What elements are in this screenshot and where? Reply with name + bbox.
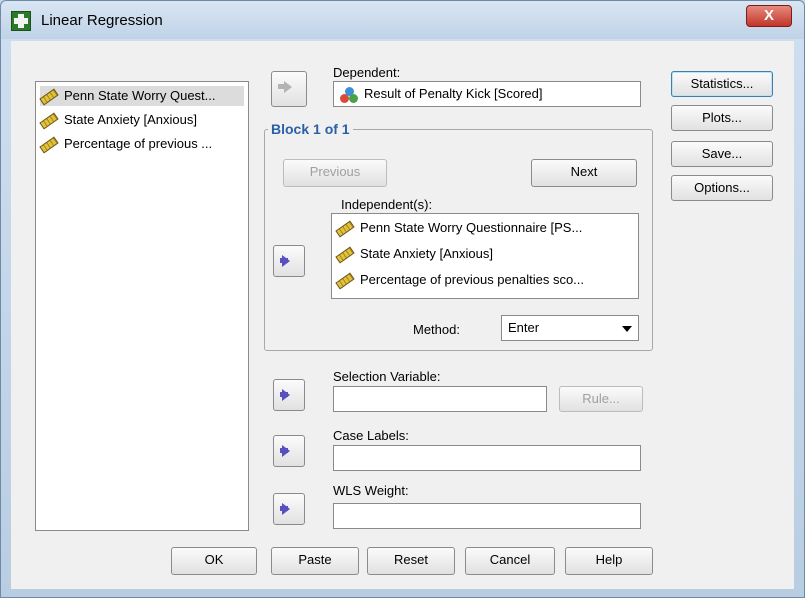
dependent-field[interactable]: Result of Penalty Kick [Scored] [333, 81, 641, 107]
selection-variable-field[interactable] [333, 386, 547, 412]
move-to-independents-button[interactable] [273, 245, 305, 277]
linear-regression-dialog: Linear Regression X Penn State Worry Que… [0, 0, 805, 598]
close-button[interactable]: X [746, 5, 792, 27]
scale-ruler-icon [39, 112, 59, 130]
title-bar: Linear Regression X [1, 1, 804, 39]
method-value: Enter [508, 320, 540, 335]
reset-button[interactable]: Reset [367, 547, 455, 575]
close-icon: X [763, 7, 774, 24]
rule-button[interactable]: Rule... [559, 386, 643, 412]
case-labels-label: Case Labels: [333, 428, 409, 443]
independent-label: State Anxiety [Anxious] [360, 246, 493, 261]
cancel-button[interactable]: Cancel [465, 547, 555, 575]
independent-label: Percentage of previous penalties sco... [360, 272, 585, 287]
options-button[interactable]: Options... [671, 175, 773, 201]
nominal-icon [340, 86, 358, 103]
help-button[interactable]: Help [565, 547, 653, 575]
scale-ruler-icon [335, 220, 355, 238]
case-labels-field[interactable] [333, 445, 641, 471]
move-to-wls-weight-button[interactable] [273, 493, 305, 525]
variable-source-list[interactable]: Penn State Worry Quest... State Anxiety … [35, 81, 249, 531]
variable-list-item[interactable]: State Anxiety [Anxious] [39, 110, 197, 130]
independent-item[interactable]: Percentage of previous penalties sco... [335, 270, 585, 290]
chevron-down-icon [622, 326, 632, 332]
method-select[interactable]: Enter [501, 315, 639, 341]
dependent-value: Result of Penalty Kick [Scored] [364, 86, 543, 101]
ok-button[interactable]: OK [171, 547, 257, 575]
wls-weight-label: WLS Weight: [333, 483, 409, 498]
scale-ruler-icon [335, 272, 355, 290]
wls-weight-field[interactable] [333, 503, 641, 529]
dialog-body: Penn State Worry Quest... State Anxiety … [11, 41, 794, 589]
independent-item[interactable]: Penn State Worry Questionnaire [PS... [335, 218, 583, 238]
scale-ruler-icon [335, 246, 355, 264]
selection-variable-label: Selection Variable: [333, 369, 441, 384]
previous-button[interactable]: Previous [283, 159, 387, 187]
save-button[interactable]: Save... [671, 141, 773, 167]
scale-ruler-icon [39, 88, 59, 106]
paste-button[interactable]: Paste [271, 547, 359, 575]
statistics-button[interactable]: Statistics... [671, 71, 773, 97]
independents-label: Independent(s): [341, 197, 433, 212]
window-title: Linear Regression [41, 12, 163, 29]
independent-label: Penn State Worry Questionnaire [PS... [360, 220, 583, 235]
variable-label: State Anxiety [Anxious] [64, 112, 197, 127]
move-to-case-labels-button[interactable] [273, 435, 305, 467]
independent-item[interactable]: State Anxiety [Anxious] [335, 244, 493, 264]
variable-label: Penn State Worry Quest... [64, 88, 216, 103]
dependent-label: Dependent: [333, 65, 401, 80]
plots-button[interactable]: Plots... [671, 105, 773, 131]
next-button[interactable]: Next [531, 159, 637, 187]
move-to-dependent-button[interactable] [271, 71, 307, 107]
method-label: Method: [413, 322, 460, 337]
independents-list[interactable]: Penn State Worry Questionnaire [PS... St… [331, 213, 639, 299]
block-title: Block 1 of 1 [268, 121, 353, 137]
move-to-selection-button[interactable] [273, 379, 305, 411]
spss-app-icon [11, 11, 31, 31]
scale-ruler-icon [39, 136, 59, 154]
variable-list-item[interactable]: Percentage of previous ... [39, 134, 213, 154]
variable-label: Percentage of previous ... [64, 136, 213, 151]
variable-list-item[interactable]: Penn State Worry Quest... [39, 86, 244, 106]
